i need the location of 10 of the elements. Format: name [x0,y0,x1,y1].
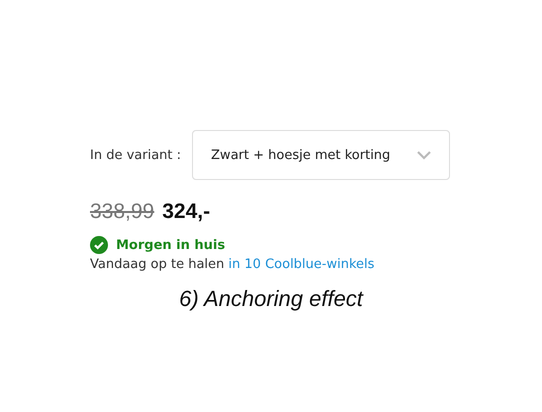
pickup-text: Vandaag op te halen in 10 Coolblue-winkels [90,257,376,272]
check-circle-icon [90,236,108,254]
caption: 6) Anchoring effect [178,286,364,312]
current-price: 324,- [162,200,210,224]
variant-dropdown[interactable]: Zwart + hoesje met korting [192,130,450,180]
chevron-icon [417,150,432,160]
variant-label: In de variant : [90,148,182,162]
delivery-status: Morgen in huis [116,238,226,252]
old-price: 338,99 [90,200,154,224]
stores-link[interactable]: in 10 Coolblue-winkels [228,257,374,272]
